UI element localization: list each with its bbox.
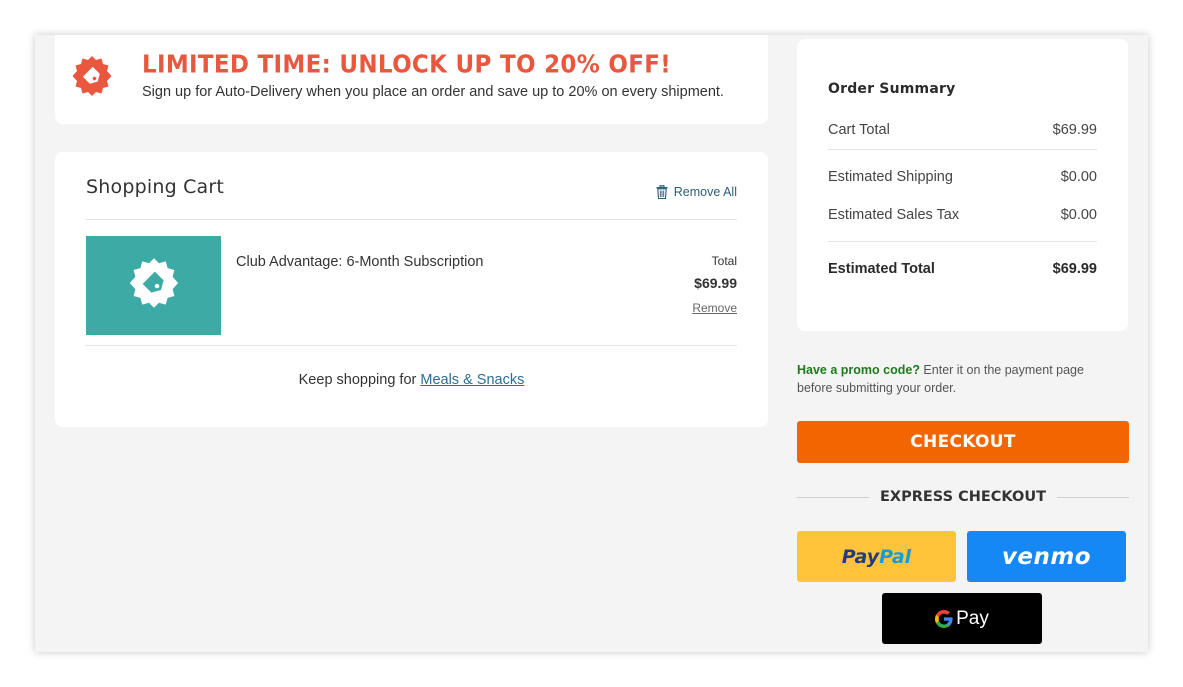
summary-divider — [828, 149, 1097, 150]
order-summary-panel: Order Summary Cart Total $69.99 Estimate… — [797, 39, 1128, 331]
cart-total-value: $69.99 — [1052, 122, 1097, 138]
express-checkout-label: EXPRESS CHECKOUT — [880, 489, 1046, 505]
order-summary-title: Order Summary — [828, 81, 956, 97]
cart-title: Shopping Cart — [86, 176, 225, 198]
product-name[interactable]: Club Advantage: 6-Month Subscription — [236, 254, 483, 270]
meals-snacks-link[interactable]: Meals & Snacks — [420, 372, 524, 388]
promo-title: LIMITED TIME: UNLOCK UP TO 20% OFF! — [142, 51, 672, 80]
tag-badge-icon — [71, 55, 113, 97]
google-pay-button[interactable]: Pay — [882, 593, 1042, 644]
promo-subtitle: Sign up for Auto-Delivery when you place… — [142, 84, 724, 100]
venmo-button[interactable]: venmo — [967, 531, 1126, 582]
keep-shopping-text: Keep shopping for — [298, 372, 421, 388]
promo-code-note: Have a promo code? Enter it on the payme… — [797, 361, 1117, 397]
auto-delivery-promo-banner: LIMITED TIME: UNLOCK UP TO 20% OFF! Sign… — [55, 35, 768, 124]
divider-line — [797, 496, 870, 498]
estimated-total-row: Estimated Total $69.99 — [828, 261, 1097, 277]
page-frame: LIMITED TIME: UNLOCK UP TO 20% OFF! Sign… — [35, 35, 1148, 652]
estimated-total-value: $69.99 — [1052, 261, 1097, 277]
estimated-total-label: Estimated Total — [828, 261, 935, 277]
tag-badge-icon — [128, 257, 180, 314]
shopping-cart-panel: Shopping Cart Remove All Club Advantage:… — [55, 152, 768, 427]
item-total-label: Total — [711, 254, 737, 268]
promo-code-question: Have a promo code? — [797, 363, 920, 377]
shipping-row: Estimated Shipping $0.00 — [828, 169, 1097, 185]
google-g-icon — [935, 609, 953, 628]
paypal-logo-part1: Pay — [841, 545, 880, 568]
paypal-button[interactable]: Pay Pal — [797, 531, 956, 582]
keep-shopping: Keep shopping for Meals & Snacks — [55, 372, 768, 388]
remove-item-link[interactable]: Remove — [692, 301, 737, 315]
cart-total-row: Cart Total $69.99 — [828, 122, 1097, 138]
cart-divider-bottom — [86, 345, 737, 346]
trash-icon — [656, 184, 668, 200]
express-checkout-divider: EXPRESS CHECKOUT — [797, 487, 1129, 507]
sales-tax-value: $0.00 — [1060, 207, 1097, 223]
divider-line — [1056, 496, 1129, 498]
cart-divider-top — [86, 219, 737, 220]
summary-divider — [828, 241, 1097, 242]
remove-all-label: Remove All — [673, 185, 737, 199]
cart-total-label: Cart Total — [828, 122, 890, 138]
remove-all-button[interactable]: Remove All — [656, 184, 737, 200]
gpay-label: Pay — [956, 607, 989, 629]
shipping-value: $0.00 — [1060, 169, 1097, 185]
product-thumbnail[interactable] — [86, 236, 221, 335]
sales-tax-label: Estimated Sales Tax — [828, 207, 960, 223]
paypal-logo-part2: Pal — [879, 545, 912, 568]
sales-tax-row: Estimated Sales Tax $0.00 — [828, 207, 1097, 223]
checkout-button[interactable]: CHECKOUT — [797, 421, 1129, 463]
venmo-logo: venmo — [1001, 543, 1092, 570]
item-total-price: $69.99 — [694, 275, 737, 291]
shipping-label: Estimated Shipping — [828, 169, 953, 185]
